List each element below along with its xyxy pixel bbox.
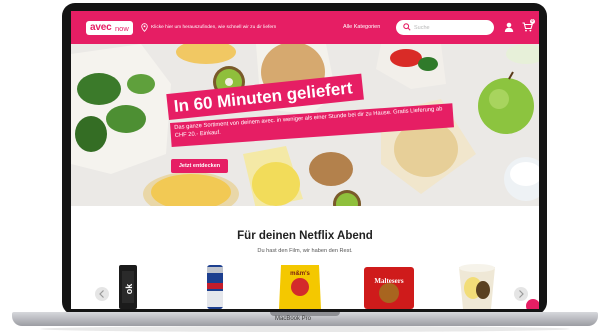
- user-icon[interactable]: [504, 22, 514, 32]
- discover-button[interactable]: Jetzt entdecken: [171, 159, 228, 173]
- product-mms[interactable]: m&m's: [275, 263, 325, 309]
- product-maltesers-label: Maltesers: [374, 277, 403, 285]
- product-bottle[interactable]: ok: [115, 263, 141, 309]
- device-label: MacBook Pro: [274, 316, 311, 322]
- hero-banner: In 60 Minuten geliefert Das ganze Sortim…: [71, 44, 539, 206]
- logo-sub: now: [115, 24, 129, 33]
- cart-count-badge: 0: [530, 19, 535, 24]
- product-popcorn[interactable]: [453, 263, 501, 309]
- product-energy-drink[interactable]: [203, 263, 227, 309]
- logo-main: avec: [90, 22, 112, 33]
- carousel-next-button[interactable]: [514, 287, 528, 301]
- product-bottle-label: ok: [124, 283, 134, 294]
- section-subtitle: Du hast den Film, wir haben den Rest.: [257, 248, 353, 254]
- laptop-shadow: [40, 326, 570, 332]
- section-title: Für deinen Netflix Abend: [237, 230, 373, 242]
- product-mms-label: m&m's: [290, 271, 310, 277]
- top-header: avec now Klicke hier um herauszufinden, …: [71, 11, 539, 44]
- logo[interactable]: avec now: [86, 21, 133, 35]
- screen: avec now Klicke hier um herauszufinden, …: [71, 11, 539, 309]
- chevron-left-icon: [99, 290, 104, 298]
- carousel-prev-button[interactable]: [95, 287, 109, 301]
- location-pin-icon[interactable]: [141, 23, 148, 32]
- search-input[interactable]: [414, 22, 488, 33]
- search-icon: [403, 23, 411, 31]
- chat-widget[interactable]: [526, 299, 539, 309]
- search-bar[interactable]: [396, 20, 494, 35]
- delivery-location-link[interactable]: Klicke hier um herauszufinden, wie schne…: [151, 23, 276, 32]
- chevron-right-icon: [519, 290, 524, 298]
- all-categories-link[interactable]: Alle Kategorien: [343, 23, 380, 32]
- product-maltesers[interactable]: Maltesers: [361, 263, 417, 309]
